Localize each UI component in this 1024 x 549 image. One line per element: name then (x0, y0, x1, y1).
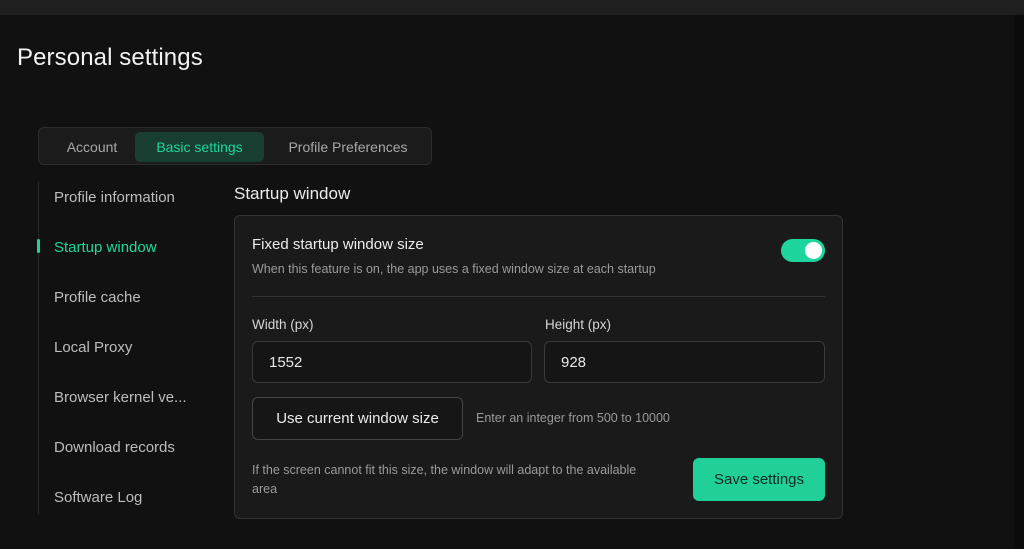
page-title: Personal settings (17, 44, 203, 71)
tab-account[interactable]: Account (47, 132, 137, 162)
range-hint: Enter an integer from 500 to 10000 (476, 411, 670, 425)
width-label: Width (px) (252, 317, 314, 332)
toggle-knob (805, 242, 822, 259)
sidebar-item-profile-cache[interactable]: Profile cache (54, 289, 204, 306)
settings-sidebar: Profile information Startup window Profi… (37, 182, 209, 514)
tab-profile-preferences[interactable]: Profile Preferences (272, 132, 424, 162)
sidebar-item-startup-window[interactable]: Startup window (54, 239, 204, 256)
section-title: Startup window (234, 184, 351, 203)
use-current-window-size-button[interactable]: Use current window size (252, 397, 463, 440)
divider (252, 296, 825, 297)
active-indicator (37, 239, 40, 253)
feature-description: When this feature is on, the app uses a … (252, 262, 656, 276)
startup-window-card: Fixed startup window size When this feat… (234, 215, 843, 519)
width-input[interactable] (252, 341, 532, 383)
feature-title: Fixed startup window size (252, 236, 424, 253)
settings-tabs: Account Basic settings Profile Preferenc… (38, 127, 432, 165)
height-input[interactable] (544, 341, 825, 383)
adapt-note: If the screen cannot fit this size, the … (252, 463, 637, 496)
sidebar-item-profile-information[interactable]: Profile information (54, 189, 204, 206)
save-settings-button[interactable]: Save settings (693, 458, 825, 501)
tab-basic-settings[interactable]: Basic settings (135, 132, 264, 162)
sidebar-item-download-records[interactable]: Download records (54, 439, 204, 456)
height-label: Height (px) (545, 317, 612, 332)
sidebar-item-local-proxy[interactable]: Local Proxy (54, 339, 204, 356)
sidebar-item-software-log[interactable]: Software Log (54, 489, 204, 506)
fixed-size-toggle[interactable] (781, 239, 825, 262)
top-bar (0, 0, 1024, 15)
window-edge (1014, 15, 1024, 549)
sidebar-item-browser-kernel[interactable]: Browser kernel ve... (54, 389, 204, 406)
